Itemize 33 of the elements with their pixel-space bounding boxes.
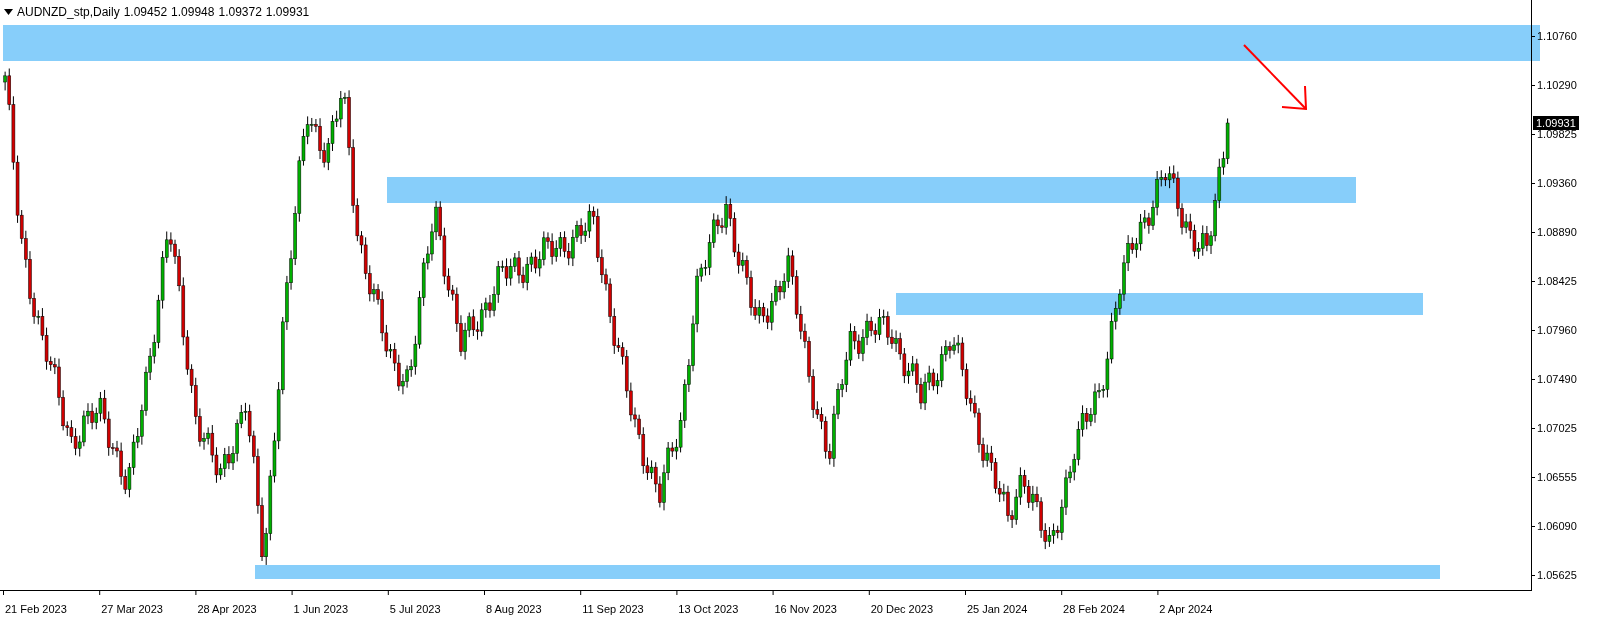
price-quote: 1.09452	[123, 4, 168, 21]
date-axis-label: 2 Apr 2024	[1158, 603, 1213, 615]
price-axis-label: 1.10760	[1537, 30, 1577, 43]
price-axis-label: 1.10290	[1537, 79, 1577, 92]
date-axis-label: 25 Jan 2024	[965, 603, 1028, 615]
price-quote: 1.09372	[218, 4, 262, 21]
price-axis-label: 1.05625	[1537, 569, 1577, 582]
price-quote: 1.09931	[265, 4, 310, 21]
price-axis-label: 1.07490	[1537, 373, 1577, 386]
down-arrow-drawing	[1243, 44, 1308, 111]
date-axis-label: 5 Jul 2023	[388, 603, 441, 615]
price-axis-label: 1.06555	[1537, 471, 1577, 484]
date-axis-label: 11 Sep 2023	[581, 603, 644, 615]
date-axis-label: 13 Oct 2023	[677, 603, 739, 615]
date-axis-label: 27 Mar 2023	[100, 603, 163, 615]
price-axis-label: 1.08425	[1537, 275, 1577, 288]
current-price-label: 1.09931	[1533, 116, 1579, 130]
date-axis-label: 16 Nov 2023	[773, 603, 837, 615]
date-axis-label: 1 Jun 2023	[292, 603, 348, 615]
chart-symbol-title: AUDNZD_stp,Daily	[17, 4, 120, 21]
price-axis-label: 1.09360	[1537, 177, 1577, 190]
price-axis-label: 1.07025	[1537, 422, 1577, 435]
price-axis-label: 1.09825	[1537, 128, 1577, 141]
date-axis-label: 28 Apr 2023	[196, 603, 257, 615]
price-axis-label: 1.07960	[1537, 324, 1577, 337]
price-axis-label: 1.06090	[1537, 520, 1577, 533]
dropdown-triangle-icon[interactable]	[4, 9, 13, 15]
date-axis-label: 21 Feb 2023	[4, 603, 67, 615]
price-quote: 1.09948	[171, 4, 215, 21]
price-axis-label: 1.08890	[1537, 226, 1577, 239]
date-axis-label: 8 Aug 2023	[484, 603, 542, 615]
date-axis-label: 20 Dec 2023	[869, 603, 934, 615]
date-axis-label: 28 Feb 2024	[1062, 603, 1125, 615]
